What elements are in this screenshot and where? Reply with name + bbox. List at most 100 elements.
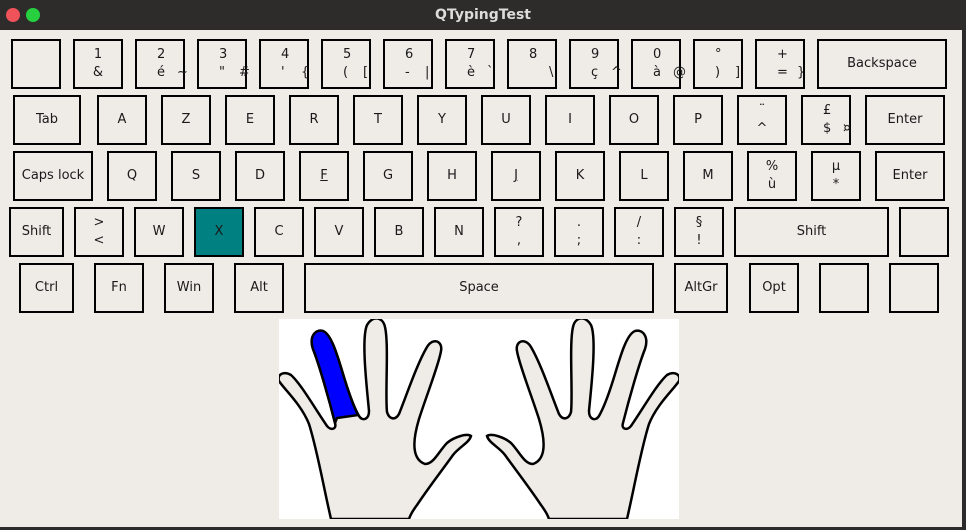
key-altgr-symbol: @ <box>673 65 686 80</box>
key-label: R <box>309 112 319 127</box>
key-r[interactable]: R <box>289 95 339 145</box>
key-blank-2[interactable] <box>889 263 939 313</box>
key-j[interactable]: J <box>491 151 541 201</box>
key-4[interactable]: 4 ' { <box>259 39 309 89</box>
key-shift-symbol: ¨ <box>758 103 766 118</box>
key-label: AltGr <box>684 280 718 295</box>
key-base-symbol: ; <box>576 233 582 248</box>
key-shift-symbol: 0 <box>653 47 662 62</box>
key-altgr-symbol: | <box>425 65 430 80</box>
key-8[interactable]: 8 \ <box>507 39 557 89</box>
key-blank-1[interactable] <box>819 263 869 313</box>
key-g[interactable]: G <box>363 151 413 201</box>
key-label: Z <box>181 112 191 127</box>
key-6[interactable]: 6 - | <box>383 39 433 89</box>
key-base-symbol: ' <box>281 65 285 80</box>
key-shift-symbol: 6 <box>405 47 414 62</box>
key-w[interactable]: W <box>134 207 184 257</box>
key-degree[interactable]: °)] <box>693 39 743 89</box>
key-pound[interactable]: £ $ ¤ <box>801 95 851 145</box>
key-9[interactable]: 9 ç ^ <box>569 39 622 89</box>
key-p[interactable]: P <box>673 95 723 145</box>
key-enter-top[interactable]: Enter <box>865 95 945 145</box>
key-label: Q <box>126 168 138 183</box>
key-altgr-symbol: ^ <box>611 65 622 80</box>
key-base-symbol: ù <box>767 177 777 192</box>
key-h[interactable]: H <box>427 151 477 201</box>
key-win[interactable]: Win <box>164 263 214 313</box>
key-1[interactable]: 1 & <box>73 39 123 89</box>
key-question[interactable]: ?, <box>494 207 544 257</box>
key-space[interactable]: Space <box>304 263 654 313</box>
key-5[interactable]: 5 ([ <box>321 39 371 89</box>
key-shift-left[interactable]: Shift <box>9 207 64 257</box>
key-extra-right[interactable] <box>899 207 949 257</box>
key-u[interactable]: U <box>481 95 531 145</box>
key-capslock[interactable]: Caps lock <box>13 151 93 201</box>
key-n[interactable]: N <box>434 207 484 257</box>
key-label: T <box>374 112 382 127</box>
key-m[interactable]: M <box>683 151 733 201</box>
key-label: M <box>702 168 714 183</box>
key-shift-symbol: £ <box>823 103 832 118</box>
key-l[interactable]: L <box>619 151 669 201</box>
key-alt[interactable]: Alt <box>234 263 284 313</box>
key-label: Alt <box>250 280 268 295</box>
key-fn[interactable]: Fn <box>94 263 144 313</box>
key-o[interactable]: O <box>609 95 659 145</box>
key-c[interactable]: C <box>254 207 304 257</box>
key-label: F <box>320 168 328 183</box>
key-e[interactable]: E <box>225 95 275 145</box>
key-7[interactable]: 7 è ` <box>445 39 495 89</box>
key-shift-symbol: 4 <box>281 47 290 62</box>
key-section[interactable]: §! <box>674 207 724 257</box>
key-label: U <box>501 112 511 127</box>
key-base-symbol: & <box>92 65 104 80</box>
key-mu[interactable]: µ * <box>811 151 861 201</box>
key-label: O <box>628 112 640 127</box>
key-plus[interactable]: + =} <box>755 39 805 89</box>
key-t[interactable]: T <box>353 95 403 145</box>
key-base-symbol: ( <box>343 65 349 80</box>
key-tab[interactable]: Tab <box>13 95 81 145</box>
key-ctrl[interactable]: Ctrl <box>19 263 74 313</box>
key-grave[interactable] <box>11 39 61 89</box>
key-x[interactable]: X <box>194 207 244 257</box>
key-label: J <box>514 168 518 183</box>
key-label: Ctrl <box>34 280 59 295</box>
key-y[interactable]: Y <box>417 95 467 145</box>
key-3[interactable]: 3 " # <box>197 39 250 89</box>
left-hand <box>277 317 473 521</box>
key-label: Shift <box>796 224 827 239</box>
key-d[interactable]: D <box>235 151 285 201</box>
key-circumflex[interactable]: ¨ ^ <box>737 95 787 145</box>
key-q[interactable]: Q <box>107 151 157 201</box>
key-altgr-symbol: ¤ <box>843 121 852 136</box>
key-a[interactable]: A <box>97 95 147 145</box>
key-backspace[interactable]: Backspace <box>817 39 947 89</box>
key-altgr[interactable]: AltGr <box>674 263 728 313</box>
key-slash[interactable]: /: <box>614 207 664 257</box>
key-z[interactable]: Z <box>161 95 211 145</box>
key-base-symbol: : <box>636 233 642 248</box>
key-v[interactable]: V <box>314 207 364 257</box>
key-k[interactable]: K <box>555 151 605 201</box>
key-angle[interactable]: > < <box>74 207 124 257</box>
key-f[interactable]: F <box>299 151 349 201</box>
key-b[interactable]: B <box>374 207 424 257</box>
key-enter-bottom[interactable]: Enter <box>875 151 945 201</box>
key-2[interactable]: 2 é ~ <box>135 39 188 89</box>
key-label: K <box>575 168 585 183</box>
hands-diagram <box>277 317 681 521</box>
key-s[interactable]: S <box>171 151 221 201</box>
key-base-symbol: < <box>93 233 105 248</box>
key-opt[interactable]: Opt <box>749 263 799 313</box>
key-percent[interactable]: % ù <box>747 151 797 201</box>
key-shift-right[interactable]: Shift <box>734 207 889 257</box>
key-i[interactable]: I <box>545 95 595 145</box>
key-label: Caps lock <box>21 168 85 183</box>
key-base-symbol: ) <box>715 65 721 80</box>
key-0[interactable]: 0 à @ <box>631 39 686 89</box>
key-label: Y <box>438 112 446 127</box>
key-period[interactable]: .; <box>554 207 604 257</box>
